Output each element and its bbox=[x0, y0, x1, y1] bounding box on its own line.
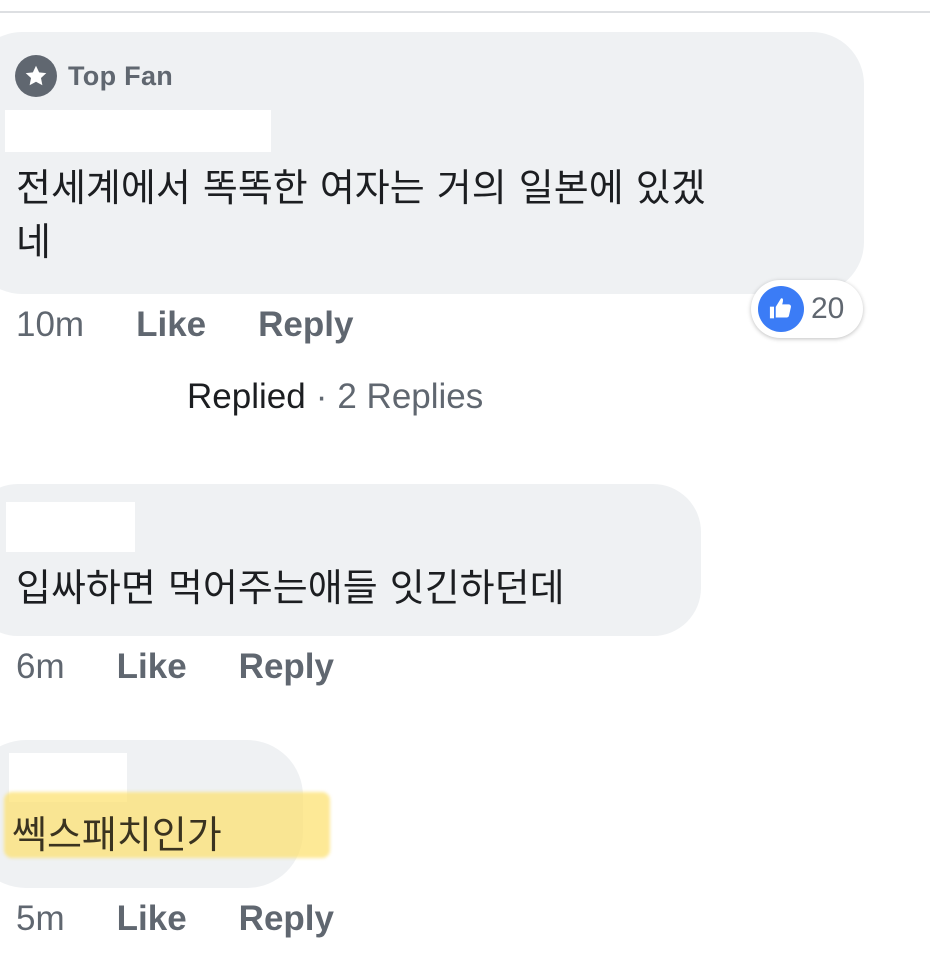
redacted-author-name bbox=[5, 110, 271, 152]
separator-dot: · bbox=[315, 377, 328, 416]
top-divider bbox=[0, 11, 930, 13]
like-button[interactable]: Like bbox=[136, 305, 206, 345]
comment-text-line: 전세계에서 똑똑한 여자는 거의 일본에 있겠 bbox=[16, 166, 706, 210]
replied-label: Replied bbox=[187, 377, 306, 416]
comment-actions: 10m Like Reply bbox=[16, 305, 353, 345]
star-icon bbox=[15, 55, 57, 97]
comment-timestamp[interactable]: 5m bbox=[16, 899, 65, 939]
top-fan-label: Top Fan bbox=[68, 60, 174, 91]
replies-count: 2 Replies bbox=[337, 377, 484, 416]
reply-button[interactable]: Reply bbox=[258, 305, 353, 345]
comment-text-line: 네 bbox=[16, 220, 51, 264]
top-fan-badge[interactable]: Top Fan bbox=[15, 55, 173, 97]
like-button[interactable]: Like bbox=[117, 899, 187, 939]
comment-actions: 5m Like Reply bbox=[16, 899, 334, 939]
like-button[interactable]: Like bbox=[117, 647, 187, 687]
comment-timestamp[interactable]: 10m bbox=[16, 305, 84, 345]
view-replies-link[interactable]: Replied · 2 Replies bbox=[187, 377, 483, 417]
reaction-summary[interactable]: 20 bbox=[751, 280, 863, 338]
reaction-count: 20 bbox=[811, 292, 845, 325]
reply-button[interactable]: Reply bbox=[239, 647, 334, 687]
reply-button[interactable]: Reply bbox=[239, 899, 334, 939]
comment-text: 쎅스패치인가 bbox=[12, 813, 222, 857]
comment-actions: 6m Like Reply bbox=[16, 647, 334, 687]
comment-text: 입싸하면 먹어주는애들 잇긴하던데 bbox=[16, 566, 565, 610]
thumbs-up-icon bbox=[758, 286, 804, 332]
comment-timestamp[interactable]: 6m bbox=[16, 647, 65, 687]
redacted-author-name bbox=[6, 502, 135, 552]
